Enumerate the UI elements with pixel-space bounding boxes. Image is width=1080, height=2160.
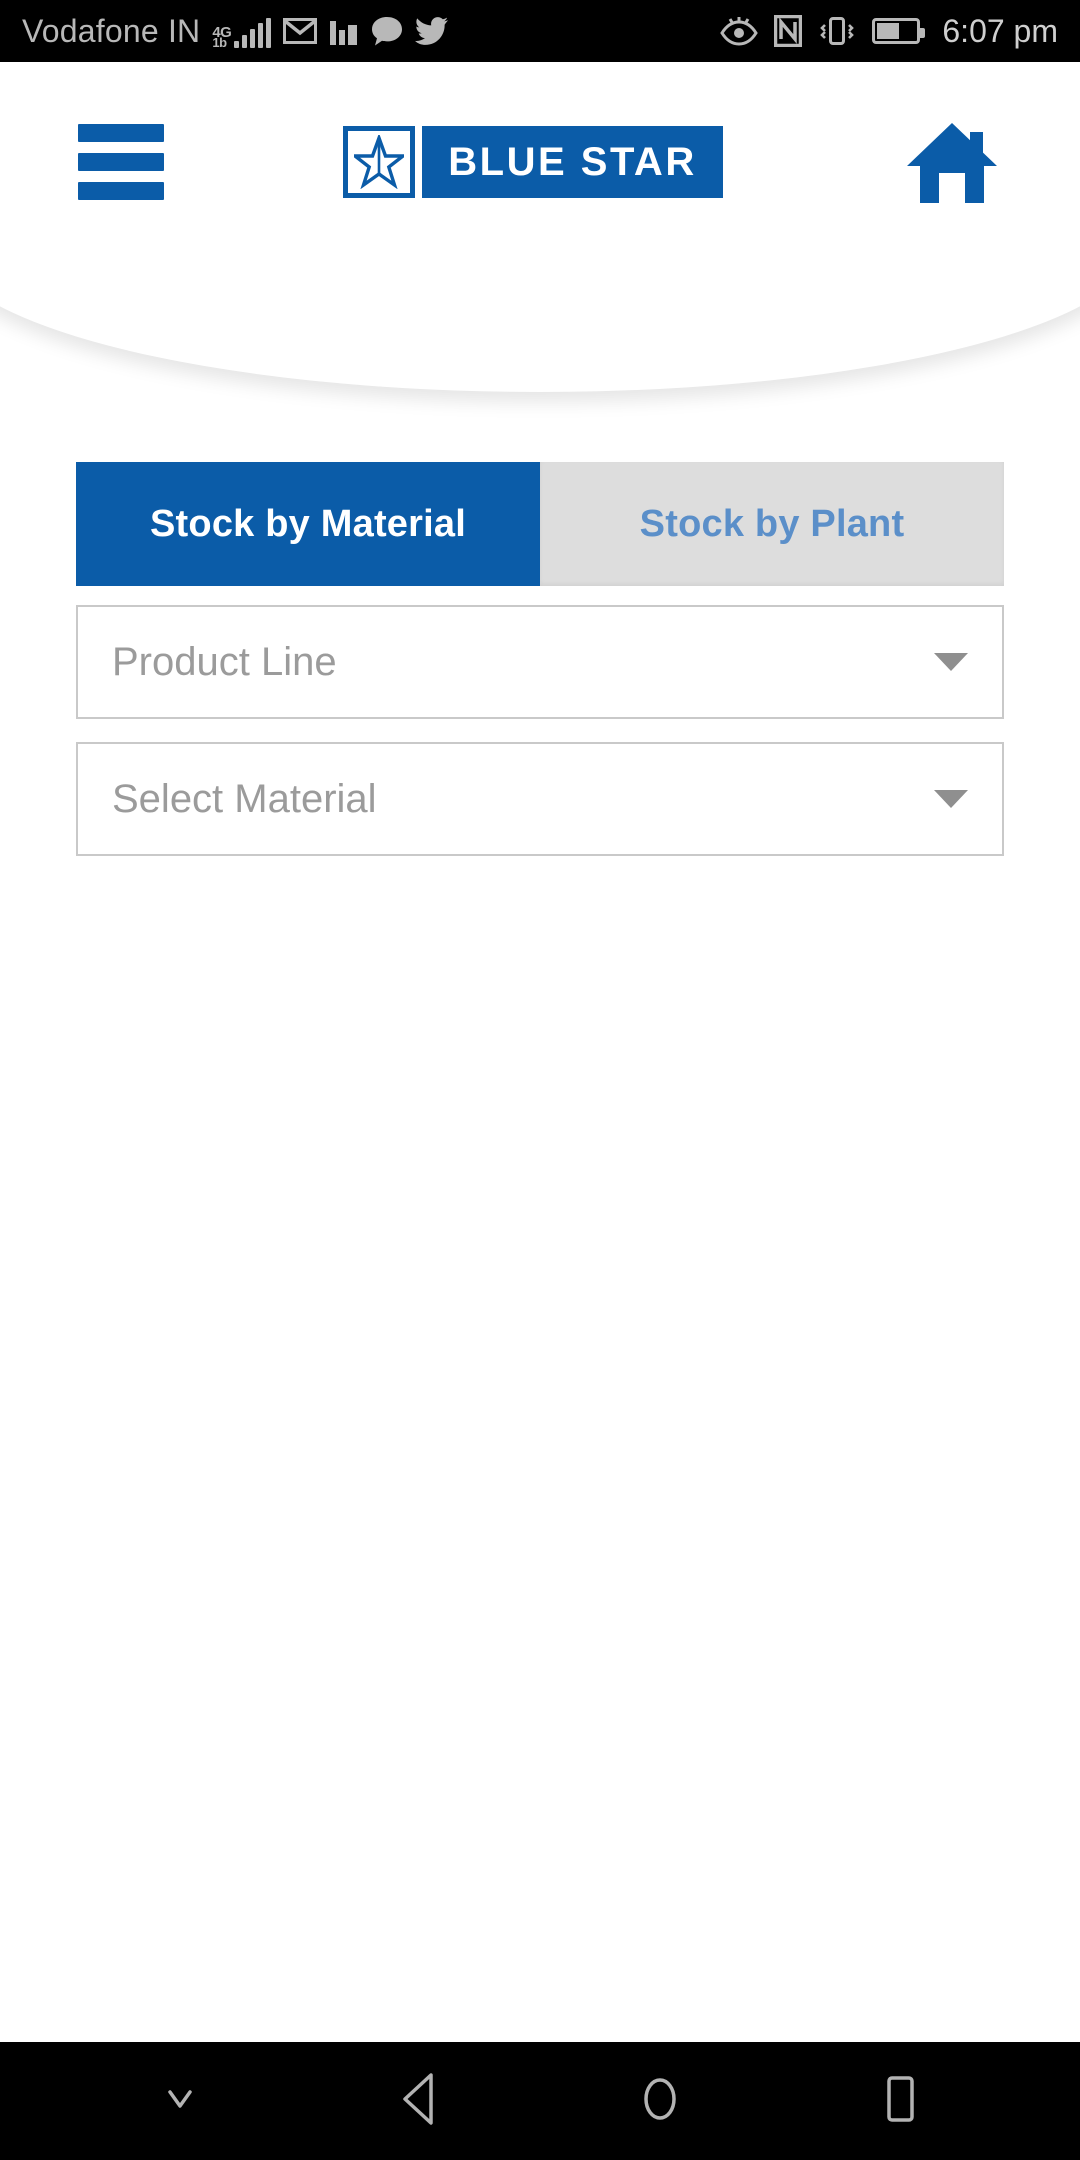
product-line-placeholder: Product Line (112, 640, 337, 684)
brand-logo: BLUE STAR (343, 126, 723, 198)
back-triangle-icon (393, 2070, 447, 2133)
home-icon[interactable] (902, 116, 1002, 208)
signal-bars-icon: 4G 1b (212, 14, 272, 50)
bar-chart-icon (329, 17, 359, 45)
chevron-down-icon (934, 790, 968, 808)
blue-star-logo-icon (343, 126, 416, 198)
brand-name: BLUE STAR (422, 126, 723, 198)
twitter-icon (415, 17, 449, 45)
home-circle-icon (633, 2070, 687, 2133)
status-bar: Vodafone IN 4G 1b 6:07 pm (0, 0, 1080, 62)
tab-label: Stock by Material (150, 502, 466, 545)
hide-keyboard-button[interactable] (120, 2042, 240, 2160)
hamburger-menu-icon[interactable] (78, 124, 164, 200)
nfc-icon (774, 15, 803, 47)
select-material-placeholder: Select Material (112, 777, 377, 821)
network-sub-label: 1b (212, 35, 227, 50)
android-nav-bar (0, 2042, 1080, 2160)
tab-stock-by-plant[interactable]: Stock by Plant (540, 462, 1004, 586)
carrier-label: Vodafone IN (22, 13, 201, 49)
eye-comfort-icon (720, 16, 759, 46)
back-button[interactable] (360, 2042, 480, 2160)
header-bar: BLUE STAR (0, 62, 1080, 262)
tab-stock-by-material[interactable]: Stock by Material (76, 462, 540, 586)
recents-square-icon (875, 2071, 925, 2132)
product-line-dropdown[interactable]: Product Line (76, 605, 1004, 719)
gmail-icon (283, 18, 318, 44)
chevron-down-icon (934, 653, 968, 671)
clock-label: 6:07 pm (942, 13, 1058, 49)
chat-bubble-icon (371, 16, 403, 46)
tab-label: Stock by Plant (639, 502, 905, 545)
status-bar-right: 6:07 pm (720, 15, 1058, 47)
chevron-down-icon (158, 2081, 202, 2122)
select-material-dropdown[interactable]: Select Material (76, 742, 1004, 856)
phone-screen: Vodafone IN 4G 1b 6:07 pm BLUE STAR Stoc… (0, 0, 1080, 2160)
home-button[interactable] (600, 2042, 720, 2160)
status-bar-left: Vodafone IN 4G 1b (22, 13, 449, 50)
tab-bar: Stock by Material Stock by Plant (76, 462, 1004, 586)
vibrate-icon (818, 15, 856, 47)
app-header: BLUE STAR (0, 62, 1080, 392)
battery-icon (872, 18, 926, 44)
recents-button[interactable] (840, 2042, 960, 2160)
